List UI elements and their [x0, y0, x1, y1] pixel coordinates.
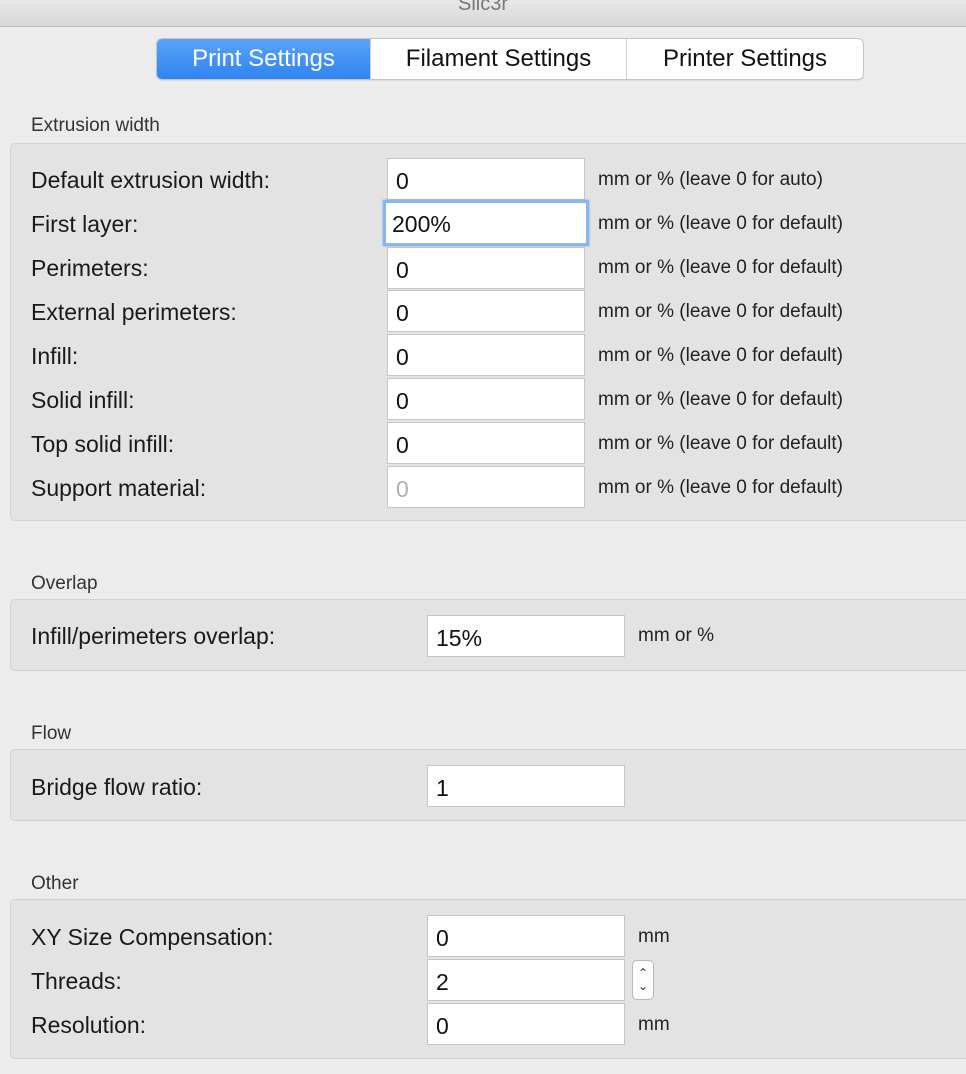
input-default-extrusion-width[interactable] — [387, 158, 585, 200]
label-perimeters: Perimeters: — [31, 255, 149, 281]
unit-default-extrusion-width: mm or % (leave 0 for auto) — [598, 169, 823, 190]
label-solid-infill: Solid infill: — [31, 387, 135, 413]
label-resolution: Resolution: — [31, 1012, 147, 1038]
input-threads[interactable] — [427, 959, 625, 1001]
section-title-flow: Flow — [31, 723, 72, 744]
unit-perimeters: mm or % (leave 0 for default) — [598, 257, 843, 278]
section-title-extrusion-width: Extrusion width — [31, 115, 160, 136]
unit-resolution: mm — [638, 1014, 670, 1035]
input-infill-perimeters-overlap[interactable] — [427, 615, 625, 657]
label-support-material: Support material: — [31, 475, 207, 501]
tab-print-settings[interactable]: Print Settings — [157, 39, 371, 79]
unit-xy-size-compensation: mm — [638, 926, 670, 947]
unit-infill-perimeters-overlap: mm or % — [638, 625, 714, 646]
settings-tabs: Print Settings Filament Settings Printer… — [156, 38, 864, 80]
up-down-stepper-icon[interactable]: ⌃ ⌄ — [632, 960, 654, 1000]
unit-solid-infill: mm or % (leave 0 for default) — [598, 389, 843, 410]
tab-printer-settings[interactable]: Printer Settings — [627, 39, 863, 79]
label-infill-perimeters-overlap: Infill/perimeters overlap: — [31, 623, 276, 649]
input-infill[interactable] — [387, 334, 585, 376]
unit-top-solid-infill: mm or % (leave 0 for default) — [598, 433, 843, 454]
label-external-perimeters: External perimeters: — [31, 299, 237, 325]
input-resolution[interactable] — [427, 1003, 625, 1045]
unit-first-layer: mm or % (leave 0 for default) — [598, 213, 843, 234]
input-top-solid-infill[interactable] — [387, 422, 585, 464]
tab-filament-settings[interactable]: Filament Settings — [371, 39, 627, 79]
label-bridge-flow-ratio: Bridge flow ratio: — [31, 774, 203, 800]
label-xy-size-compensation: XY Size Compensation: — [31, 924, 274, 950]
input-first-layer[interactable] — [383, 200, 589, 246]
input-solid-infill[interactable] — [387, 378, 585, 420]
window-titlebar: Slic3r — [0, 0, 966, 27]
unit-support-material: mm or % (leave 0 for default) — [598, 477, 843, 498]
section-title-other: Other — [31, 873, 79, 894]
label-default-extrusion-width: Default extrusion width: — [31, 167, 271, 193]
unit-external-perimeters: mm or % (leave 0 for default) — [598, 301, 843, 322]
label-threads: Threads: — [31, 968, 122, 994]
label-first-layer: First layer: — [31, 211, 139, 237]
input-support-material — [387, 466, 585, 508]
chevron-down-icon[interactable]: ⌄ — [638, 980, 648, 993]
window-title: Slic3r — [457, 0, 508, 15]
section-title-overlap: Overlap — [31, 573, 98, 594]
input-perimeters[interactable] — [387, 247, 585, 289]
input-xy-size-compensation[interactable] — [427, 915, 625, 957]
label-infill: Infill: — [31, 343, 79, 369]
unit-infill: mm or % (leave 0 for default) — [598, 345, 843, 366]
input-external-perimeters[interactable] — [387, 290, 585, 332]
input-bridge-flow-ratio[interactable] — [427, 765, 625, 807]
label-top-solid-infill: Top solid infill: — [31, 431, 175, 457]
